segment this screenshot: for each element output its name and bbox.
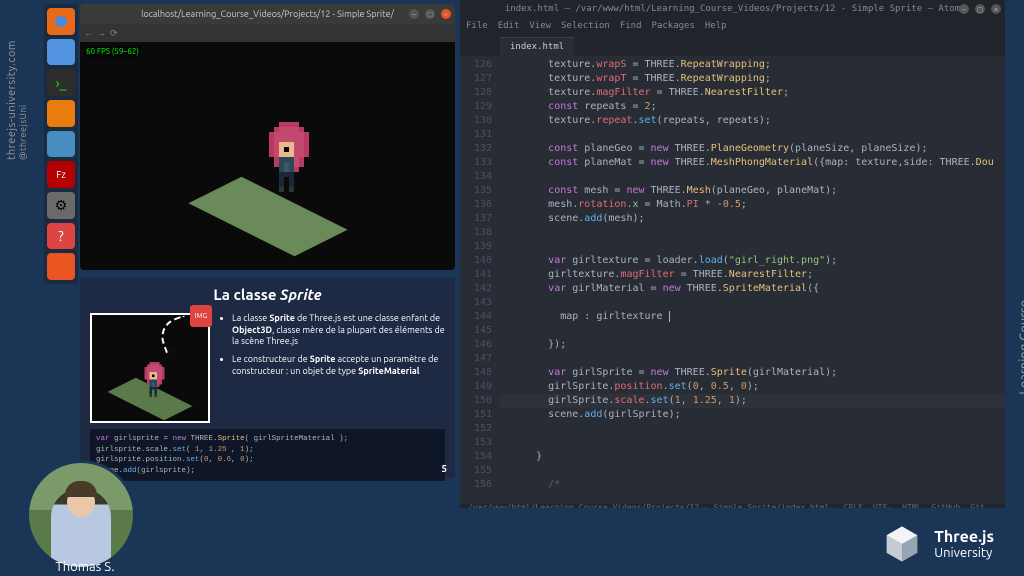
page-number: 5 bbox=[441, 463, 447, 474]
editor-titlebar: index.html — /var/www/html/Learning_Cour… bbox=[460, 0, 1005, 18]
terminal-icon[interactable]: ›_ bbox=[47, 69, 75, 96]
menu-edit[interactable]: Edit bbox=[498, 21, 520, 31]
menu-file[interactable]: File bbox=[466, 21, 488, 31]
logo-line1: Three.js bbox=[934, 528, 994, 546]
browser-titlebar: localhost/Learning_Course_Videos/Project… bbox=[80, 4, 455, 24]
slide-bullet: La classe Sprite de Three.js est une cla… bbox=[232, 313, 445, 348]
slide-illustration: IMG bbox=[90, 313, 210, 423]
filemanager-icon[interactable] bbox=[47, 39, 75, 66]
brand-right: Learning Course 1.0.0 bbox=[1018, 300, 1024, 395]
code-area[interactable]: 126 127 128 129 130 131 132 133 134 135 … bbox=[460, 56, 1005, 504]
back-icon[interactable]: ← bbox=[84, 28, 93, 38]
editor-minimize-button[interactable]: – bbox=[959, 4, 969, 14]
menu-packages[interactable]: Packages bbox=[652, 21, 695, 31]
menu-view[interactable]: View bbox=[529, 21, 551, 31]
reload-icon[interactable]: ⟳ bbox=[110, 28, 118, 39]
editor-tabs: index.html bbox=[460, 34, 1005, 56]
slide-code-block: var girlsprite = new THREE.Sprite( girlS… bbox=[90, 429, 445, 481]
cube-icon bbox=[880, 522, 924, 566]
ubuntu-dock: ›_ Fz ⚙ ? bbox=[44, 4, 78, 284]
blender-icon[interactable] bbox=[47, 100, 75, 127]
browser-title: localhost/Learning_Course_Videos/Project… bbox=[141, 9, 394, 19]
menu-help[interactable]: Help bbox=[705, 21, 727, 31]
slide-title: La classe Sprite bbox=[90, 286, 445, 303]
forward-icon[interactable]: → bbox=[97, 28, 106, 38]
firefox-icon[interactable] bbox=[47, 8, 75, 35]
maximize-button[interactable]: □ bbox=[425, 9, 435, 19]
menu-find[interactable]: Find bbox=[620, 21, 642, 31]
editor-title: index.html — /var/www/html/Learning_Cour… bbox=[505, 4, 960, 14]
author-avatar bbox=[26, 460, 136, 570]
code-content[interactable]: texture.wrapS = THREE.RepeatWrapping; te… bbox=[500, 56, 1005, 504]
presentation-slide: La classe Sprite IMG La classe Sprite de… bbox=[80, 278, 455, 478]
author-name: Thomas S. bbox=[40, 560, 130, 574]
close-button[interactable]: × bbox=[441, 9, 451, 19]
ground-plane bbox=[188, 177, 347, 257]
software-icon[interactable] bbox=[47, 253, 75, 280]
threejs-viewport[interactable]: 60 FPS (59–62) bbox=[80, 42, 455, 270]
slide-bullets: La classe Sprite de Three.js est une cla… bbox=[220, 313, 445, 423]
atom-editor: index.html — /var/www/html/Learning_Cour… bbox=[460, 0, 1005, 520]
threejs-university-logo: Three.js University bbox=[880, 522, 994, 566]
line-gutter: 126 127 128 129 130 131 132 133 134 135 … bbox=[460, 56, 500, 504]
editor-menu: File Edit View Selection Find Packages Help bbox=[460, 18, 1005, 34]
browser-toolbar: ← → ⟳ bbox=[80, 24, 455, 42]
settings-icon[interactable]: ⚙ bbox=[47, 192, 75, 219]
logo-line2: University bbox=[934, 546, 994, 560]
help-icon[interactable]: ? bbox=[47, 223, 75, 250]
minimize-button[interactable]: – bbox=[409, 9, 419, 19]
img-badge-icon: IMG bbox=[190, 305, 212, 327]
slide-bullet: Le constructeur de Sprite accepte un par… bbox=[232, 354, 445, 377]
tab-index-html[interactable]: index.html bbox=[500, 37, 574, 56]
fps-counter: 60 FPS (59–62) bbox=[84, 46, 141, 57]
editor-close-button[interactable]: × bbox=[991, 4, 1001, 14]
menu-selection[interactable]: Selection bbox=[561, 21, 610, 31]
footer-bar bbox=[0, 508, 1024, 576]
arrow-icon bbox=[156, 315, 194, 353]
editor-maximize-button[interactable]: □ bbox=[975, 4, 985, 14]
girl-sprite bbox=[264, 122, 272, 130]
godot-icon[interactable] bbox=[47, 131, 75, 158]
brand-left: threejs-university.com @threejsUni bbox=[6, 40, 28, 160]
browser-window: localhost/Learning_Course_Videos/Project… bbox=[80, 4, 455, 270]
filezilla-icon[interactable]: Fz bbox=[47, 161, 75, 188]
